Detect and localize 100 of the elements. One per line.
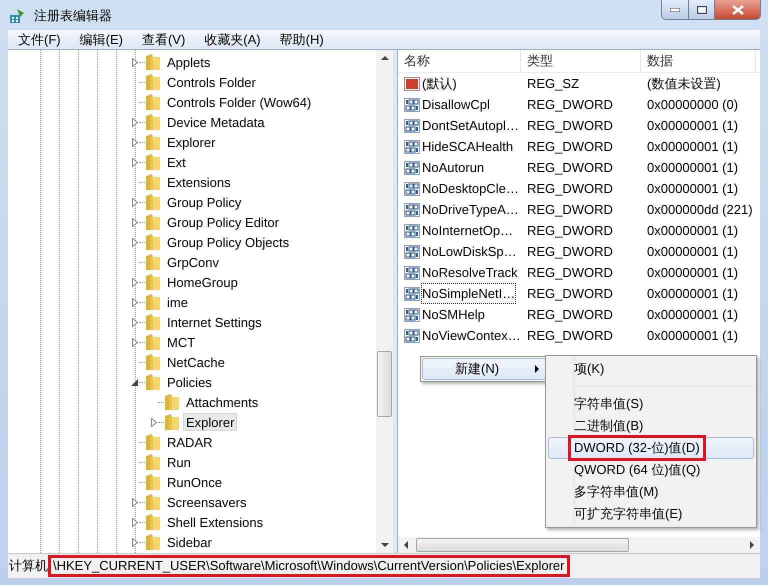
value-name[interactable]: DisallowCpl [421, 94, 491, 116]
menu-item[interactable]: 项(K) [568, 356, 610, 382]
folder-icon [145, 193, 161, 211]
tree-item[interactable]: Ext [164, 153, 189, 171]
expand-icon[interactable] [130, 198, 139, 206]
value-name[interactable]: NoLowDiskSp… [421, 240, 518, 262]
table-cell-text: REG_SZ [526, 74, 580, 93]
menu-item[interactable]: 新建(N) [422, 358, 546, 380]
menu-item[interactable]: 查看(V) [138, 30, 190, 50]
tree-item[interactable]: Shell Extensions [164, 513, 266, 531]
tree-item[interactable]: Screensavers [164, 493, 250, 511]
tree-item[interactable]: Applets [164, 53, 214, 71]
tree-item[interactable]: Internet Settings [164, 313, 265, 331]
horizontal-scrollbar[interactable] [398, 537, 760, 553]
tree-item[interactable]: NetCache [164, 353, 228, 371]
menu-item[interactable]: 帮助(H) [276, 30, 328, 50]
column-header[interactable]: 名称 [398, 50, 521, 72]
tree-item[interactable]: RunOnce [164, 473, 225, 491]
table-cell-text: 0x000000dd (221) [646, 200, 754, 219]
scroll-left-icon[interactable] [404, 541, 408, 549]
expand-icon[interactable] [149, 418, 158, 426]
table-cell-text: REG_DWORD [526, 306, 614, 324]
folder-icon [145, 93, 161, 111]
maximize-button[interactable] [689, 0, 715, 19]
expand-icon[interactable] [130, 138, 139, 146]
tree-item[interactable]: RADAR [164, 433, 216, 451]
value-name[interactable]: (默认) [421, 72, 458, 94]
expand-icon[interactable] [130, 538, 139, 546]
scroll-right-icon[interactable] [750, 541, 754, 549]
expand-icon[interactable] [130, 218, 139, 226]
value-name[interactable]: HideSCAHealth [421, 136, 514, 158]
value-name[interactable]: NoAutorun [421, 156, 486, 178]
menu-item[interactable]: 收藏夹(A) [200, 30, 265, 50]
tree-item[interactable]: GrpConv [164, 253, 222, 271]
tree-item[interactable]: Group Policy Objects [164, 233, 292, 251]
folder-icon [145, 333, 161, 351]
close-icon [732, 4, 744, 14]
table-cell-text: 0x00000001 (1) [646, 158, 740, 177]
expand-icon[interactable] [130, 58, 139, 66]
tree-item[interactable]: Controls Folder [164, 73, 259, 91]
table-cell-text: 0x00000001 (1) [646, 222, 740, 240]
folder-icon [145, 313, 161, 331]
binary-value-icon [404, 328, 420, 344]
collapse-icon[interactable] [130, 378, 139, 386]
tree-item[interactable]: Attachments [183, 393, 262, 411]
value-name[interactable]: NoDriveTypeA… [421, 198, 520, 220]
expand-icon[interactable] [130, 338, 139, 346]
folder-icon [145, 493, 161, 511]
value-name[interactable]: DontSetAutopl… [421, 114, 520, 136]
value-name[interactable]: NoSMHelp [421, 304, 486, 326]
value-name[interactable]: NoDesktopCle… [421, 178, 520, 200]
vertical-scrollbar[interactable] [376, 50, 393, 553]
folder-icon [145, 113, 161, 131]
tree-item[interactable]: MCT [164, 333, 198, 351]
menu-item[interactable]: 编辑(E) [76, 30, 127, 50]
folder-icon [145, 153, 161, 171]
expand-icon[interactable] [130, 298, 139, 306]
table-cell-text: 0x00000000 (0) [646, 96, 740, 114]
expand-icon[interactable] [130, 278, 139, 286]
tree-item[interactable]: Sidebar [164, 533, 215, 551]
expand-icon[interactable] [130, 498, 139, 506]
tree-item[interactable]: Controls Folder (Wow64) [164, 93, 314, 111]
tree-item[interactable]: Group Policy [164, 193, 244, 211]
binary-value-icon [404, 160, 420, 176]
menu-item[interactable]: DWORD (32-位)值(D) [568, 435, 706, 461]
folder-icon [145, 173, 161, 191]
tree-item[interactable]: Group Policy Editor [164, 213, 282, 231]
expand-icon[interactable] [130, 118, 139, 126]
folder-icon [145, 453, 161, 471]
tree-item[interactable]: Explorer [164, 133, 218, 151]
value-name[interactable]: NoInternetOp… [421, 220, 514, 242]
tree-item[interactable]: Explorer [183, 413, 238, 431]
scrollbar-thumb[interactable] [377, 351, 392, 417]
tree-item[interactable]: Extensions [164, 173, 234, 191]
expand-icon[interactable] [130, 318, 139, 326]
minimize-button[interactable] [662, 0, 689, 19]
column-header[interactable]: 数据 [641, 50, 756, 72]
binary-value-icon [404, 264, 420, 280]
submenu-arrow-icon [535, 365, 539, 373]
tree-item[interactable]: ime [164, 293, 191, 311]
expand-icon[interactable] [130, 158, 139, 166]
folder-icon [145, 133, 161, 151]
expand-icon[interactable] [130, 518, 139, 526]
column-header[interactable]: 类型 [521, 50, 641, 72]
value-name[interactable]: NoSimpleNetI… [421, 282, 516, 304]
scroll-up-icon[interactable] [380, 56, 388, 60]
value-name[interactable]: NoResolveTrack [421, 262, 519, 284]
tree-item[interactable]: HomeGroup [164, 273, 241, 291]
folder-icon [145, 233, 161, 251]
value-name[interactable]: NoViewContex… [421, 324, 522, 346]
table-cell-text: REG_DWORD [526, 264, 614, 282]
scroll-down-icon[interactable] [380, 543, 388, 547]
scrollbar-thumb[interactable] [416, 538, 629, 552]
binary-value-icon [404, 222, 420, 238]
expand-icon[interactable] [130, 238, 139, 246]
tree-item[interactable]: Policies [164, 373, 215, 391]
tree-item[interactable]: Run [164, 453, 194, 471]
tree-item[interactable]: Device Metadata [164, 113, 268, 131]
menu-item[interactable]: 文件(F) [14, 30, 65, 50]
close-button[interactable] [715, 0, 760, 19]
